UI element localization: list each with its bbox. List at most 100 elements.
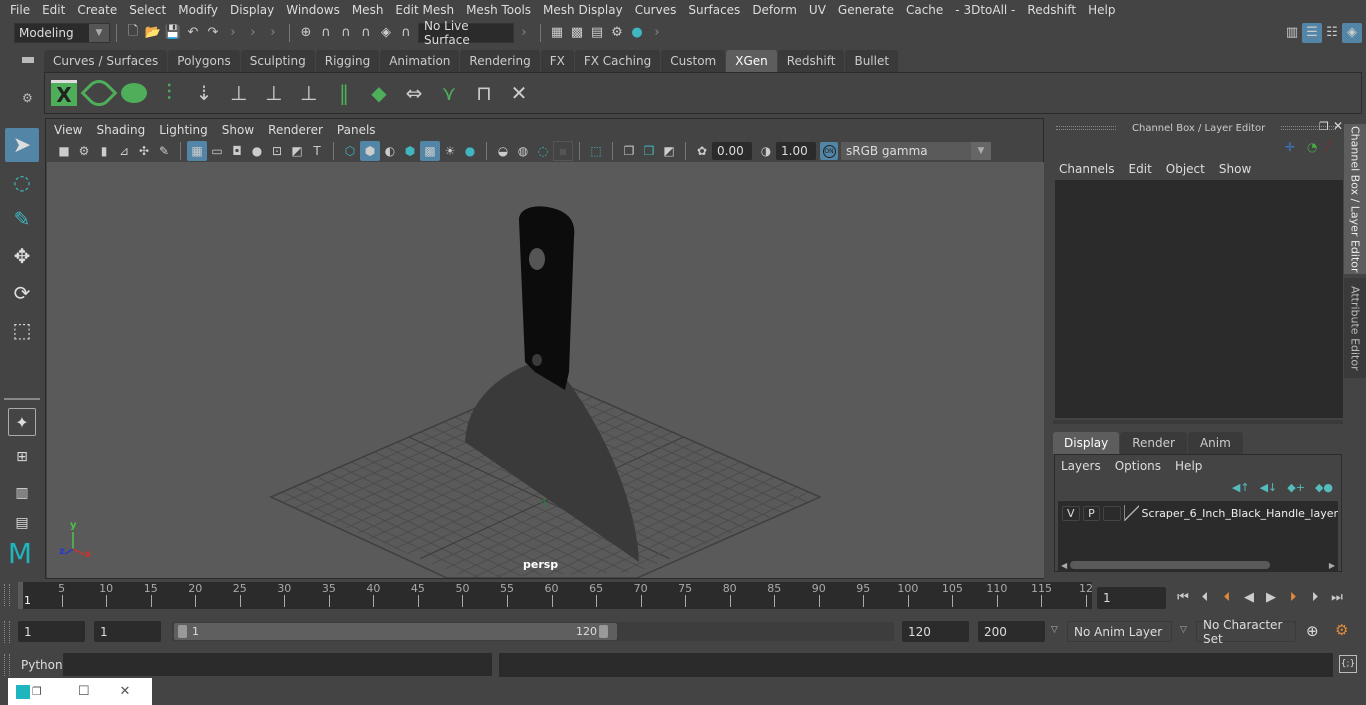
persp-graph-layout-icon[interactable]: ▤ xyxy=(5,512,39,534)
redo-icon[interactable]: ↷ xyxy=(203,23,223,43)
shelf-tab-curves-surfaces[interactable]: Curves / Surfaces xyxy=(44,50,168,72)
render-settings-icon[interactable]: ▦ xyxy=(547,23,567,43)
animation-preferences-icon[interactable]: ⚙ xyxy=(1335,621,1348,639)
move-tool-icon[interactable]: ✥ xyxy=(5,239,39,273)
step-forward-frame-icon[interactable]: ⏵ xyxy=(1282,586,1304,608)
open-scene-icon[interactable]: 📂 xyxy=(143,23,163,43)
character-set-dropdown-arrow-icon[interactable]: ▽ xyxy=(1180,625,1187,635)
lock-description-icon[interactable]: ⊥ xyxy=(296,81,322,105)
channel-menu-object[interactable]: Object xyxy=(1166,162,1205,176)
viewport-menu-renderer[interactable]: Renderer xyxy=(268,123,331,137)
menu-3dtoall[interactable]: - 3DtoAll - xyxy=(949,3,1021,17)
live-surface-field[interactable]: No Live Surface xyxy=(418,19,514,47)
scene-start-field[interactable]: 1 xyxy=(18,621,85,642)
gamma-field[interactable]: 1.00 xyxy=(776,142,816,160)
menu-redshift[interactable]: Redshift xyxy=(1021,3,1082,17)
layer-name[interactable]: Scraper_6_Inch_Black_Handle_layer xyxy=(1142,507,1338,520)
save-scene-icon[interactable]: 💾 xyxy=(163,23,183,43)
place-guides-icon[interactable]: ⇣ xyxy=(191,81,217,105)
menu-edit[interactable]: Edit xyxy=(36,3,71,17)
go-to-start-icon[interactable]: ⏮ xyxy=(1172,586,1194,608)
exposure-field[interactable]: 0.00 xyxy=(712,142,752,160)
smooth-shade-icon[interactable]: ⬢ xyxy=(360,141,380,161)
menu-uv[interactable]: UV xyxy=(803,3,832,17)
current-frame-field[interactable]: 1 xyxy=(1097,587,1166,609)
camera-attributes-icon[interactable]: ⚙ xyxy=(74,141,94,161)
shelf-tab-xgen[interactable]: XGen xyxy=(726,50,777,72)
scene-end-field[interactable]: 200 xyxy=(978,621,1045,642)
menu-cache[interactable]: Cache xyxy=(900,3,949,17)
xgen-window-icon[interactable]: X xyxy=(51,80,77,107)
splitter[interactable] xyxy=(1053,420,1343,424)
split-guides-icon[interactable]: ‖ xyxy=(331,81,357,105)
collapse-arrow-icon[interactable]: › xyxy=(647,23,667,43)
playback-start-field[interactable]: 1 xyxy=(94,621,161,642)
channel-box-toggle-icon[interactable]: ◈ xyxy=(1342,22,1362,43)
move-layer-up-icon[interactable]: ◀↑ xyxy=(1232,481,1250,494)
anti-aliasing-icon[interactable]: ◌ xyxy=(533,141,553,161)
ipr-render-icon[interactable]: ▤ xyxy=(587,23,607,43)
collapse-arrow-icon[interactable]: › xyxy=(243,23,263,43)
safe-title-icon[interactable]: T xyxy=(307,141,327,161)
layer-color-swatch[interactable] xyxy=(1123,505,1139,521)
film-gate-icon[interactable]: ▭ xyxy=(207,141,227,161)
range-slider[interactable]: 1 120 xyxy=(172,622,894,641)
snap-curve-icon[interactable]: ∩ xyxy=(316,23,336,43)
timeline-drag-handle[interactable] xyxy=(4,584,10,606)
step-back-key-icon[interactable]: ⏴ xyxy=(1194,586,1216,608)
move-layer-down-icon[interactable]: ◀↓ xyxy=(1260,481,1278,494)
hypershade-icon[interactable]: ● xyxy=(627,23,647,43)
manipulator-axis-icon[interactable]: ✛ xyxy=(1285,140,1295,154)
command-language-label[interactable]: Python xyxy=(21,658,63,672)
auto-key-icon[interactable]: ⊕ xyxy=(1306,622,1319,640)
scale-tool-icon[interactable]: ⬚ xyxy=(5,313,39,347)
new-layer-icon[interactable]: ◆+ xyxy=(1287,481,1305,494)
range-drag-handle[interactable] xyxy=(4,621,10,643)
viewport-menu-lighting[interactable]: Lighting xyxy=(159,123,216,137)
color-space-dropdown[interactable]: sRGB gamma ▼ xyxy=(841,142,991,160)
collapse-arrow-icon[interactable]: › xyxy=(514,23,534,43)
menu-deform[interactable]: Deform xyxy=(746,3,803,17)
field-chart-icon[interactable]: ⊡ xyxy=(267,141,287,161)
time-slider[interactable]: 1 5 10 15 20 25 30 35 40 45 50 55 60 65 70 75 80 85 90 95 1… xyxy=(18,582,1093,609)
shelf-tabs-menu-icon[interactable] xyxy=(22,60,34,63)
select-camera-icon[interactable]: ■ xyxy=(54,141,74,161)
character-set-dropdown[interactable]: No Character Set xyxy=(1196,618,1296,646)
menu-file[interactable]: File xyxy=(4,3,36,17)
render-frame-icon[interactable]: ▩ xyxy=(567,23,587,43)
channel-list[interactable] xyxy=(1055,180,1343,418)
layer-menu-help[interactable]: Help xyxy=(1175,459,1202,473)
layer-tab-display[interactable]: Display xyxy=(1053,432,1120,454)
paint-select-icon[interactable]: ✎ xyxy=(5,202,39,236)
snap-point-icon[interactable]: ∩ xyxy=(336,23,356,43)
scrollbar-thumb[interactable] xyxy=(1070,561,1271,569)
menu-mesh-display[interactable]: Mesh Display xyxy=(537,3,629,17)
undo-icon[interactable]: ↶ xyxy=(183,23,203,43)
menu-select[interactable]: Select xyxy=(123,3,172,17)
menu-surfaces[interactable]: Surfaces xyxy=(682,3,746,17)
layer-tab-render[interactable]: Render xyxy=(1120,432,1187,454)
step-forward-key-icon[interactable]: ⏵ xyxy=(1304,586,1326,608)
attribute-editor-toggle-icon[interactable]: ☰ xyxy=(1302,22,1322,43)
close-panel-icon[interactable]: ✕ xyxy=(1333,119,1343,133)
depth-of-field-icon[interactable]: ▪ xyxy=(553,141,573,161)
modeling-toolkit-icon[interactable]: ▥ xyxy=(1282,23,1302,43)
menu-mesh[interactable]: Mesh xyxy=(346,3,390,17)
channel-menu-edit[interactable]: Edit xyxy=(1129,162,1152,176)
shelf-gear-icon[interactable]: ⚙ xyxy=(22,91,42,105)
rotate-tool-icon[interactable]: ⟳ xyxy=(5,276,39,310)
layer-playback-toggle[interactable]: P xyxy=(1082,505,1101,521)
command-drag-handle[interactable] xyxy=(4,654,10,676)
viewport-menu-view[interactable]: View xyxy=(54,123,90,137)
xray-active-components-icon[interactable]: ❐ xyxy=(639,141,659,161)
select-tool-icon[interactable]: ➤ xyxy=(5,128,39,162)
select-guides-icon[interactable]: ⋎ xyxy=(436,81,462,105)
scroll-right-icon[interactable]: ▶ xyxy=(1326,561,1338,570)
layer-tab-anim[interactable]: Anim xyxy=(1187,432,1243,454)
side-tab-attribute-editor[interactable]: Attribute Editor xyxy=(1344,278,1366,378)
menu-create[interactable]: Create xyxy=(71,3,123,17)
panel-drag-handle[interactable] xyxy=(1056,126,1116,130)
range-end-handle[interactable] xyxy=(599,625,608,638)
image-plane-icon[interactable]: ⊿ xyxy=(114,141,134,161)
speed-icon[interactable]: ◔ xyxy=(1307,140,1317,154)
